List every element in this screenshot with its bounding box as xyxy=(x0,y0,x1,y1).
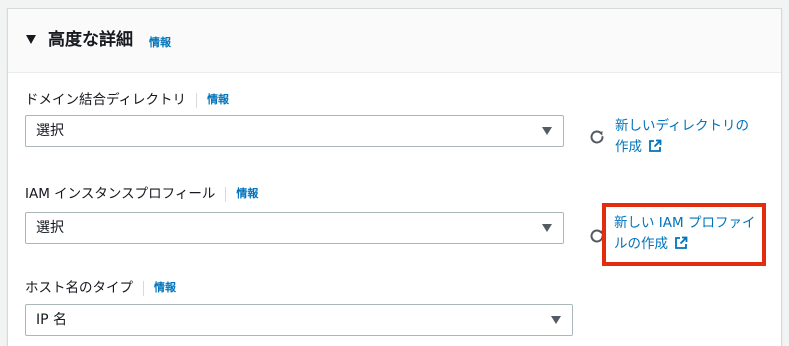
section-title: 高度な詳細 xyxy=(48,30,133,50)
divider xyxy=(143,280,144,296)
highlight-annotation xyxy=(602,203,766,266)
hostname-type-select[interactable]: IP 名 xyxy=(25,304,573,336)
domain-directory-label-row: ドメイン結合ディレクトリ 情報 xyxy=(25,91,229,109)
caret-down-icon[interactable] xyxy=(26,35,36,44)
divider xyxy=(196,92,198,108)
iam-profile-select-value: 選択 xyxy=(36,220,64,236)
dropdown-arrow-icon xyxy=(542,127,552,135)
create-directory-link[interactable]: 新しいディレクトリの 作成 xyxy=(615,116,749,158)
iam-profile-label-row: IAM インスタンスプロフィール 情報 xyxy=(25,185,258,203)
domain-directory-label: ドメイン結合ディレクトリ xyxy=(25,92,187,108)
domain-directory-select-value: 選択 xyxy=(36,123,64,139)
iam-profile-info-link[interactable]: 情報 xyxy=(236,187,258,201)
domain-directory-select[interactable]: 選択 xyxy=(25,115,564,147)
divider xyxy=(225,186,227,202)
domain-directory-info-link[interactable]: 情報 xyxy=(207,93,229,107)
hostname-type-label: ホスト名のタイプ xyxy=(25,280,133,296)
dropdown-arrow-icon xyxy=(542,224,552,232)
iam-profile-label: IAM インスタンスプロフィール xyxy=(25,186,216,202)
refresh-icon[interactable] xyxy=(588,128,606,146)
iam-profile-select[interactable]: 選択 xyxy=(25,212,564,244)
create-directory-link-line1[interactable]: 新しいディレクトリの xyxy=(615,116,749,137)
create-directory-link-line2[interactable]: 作成 xyxy=(615,139,642,155)
advanced-details-header[interactable]: 高度な詳細 情報 xyxy=(8,9,781,73)
hostname-type-info-link[interactable]: 情報 xyxy=(154,281,176,295)
hostname-type-label-row: ホスト名のタイプ 情報 xyxy=(25,279,176,297)
external-link-icon xyxy=(649,139,662,152)
section-info-link[interactable]: 情報 xyxy=(149,36,171,50)
dropdown-arrow-icon xyxy=(551,316,561,324)
hostname-type-select-value: IP 名 xyxy=(36,312,68,328)
